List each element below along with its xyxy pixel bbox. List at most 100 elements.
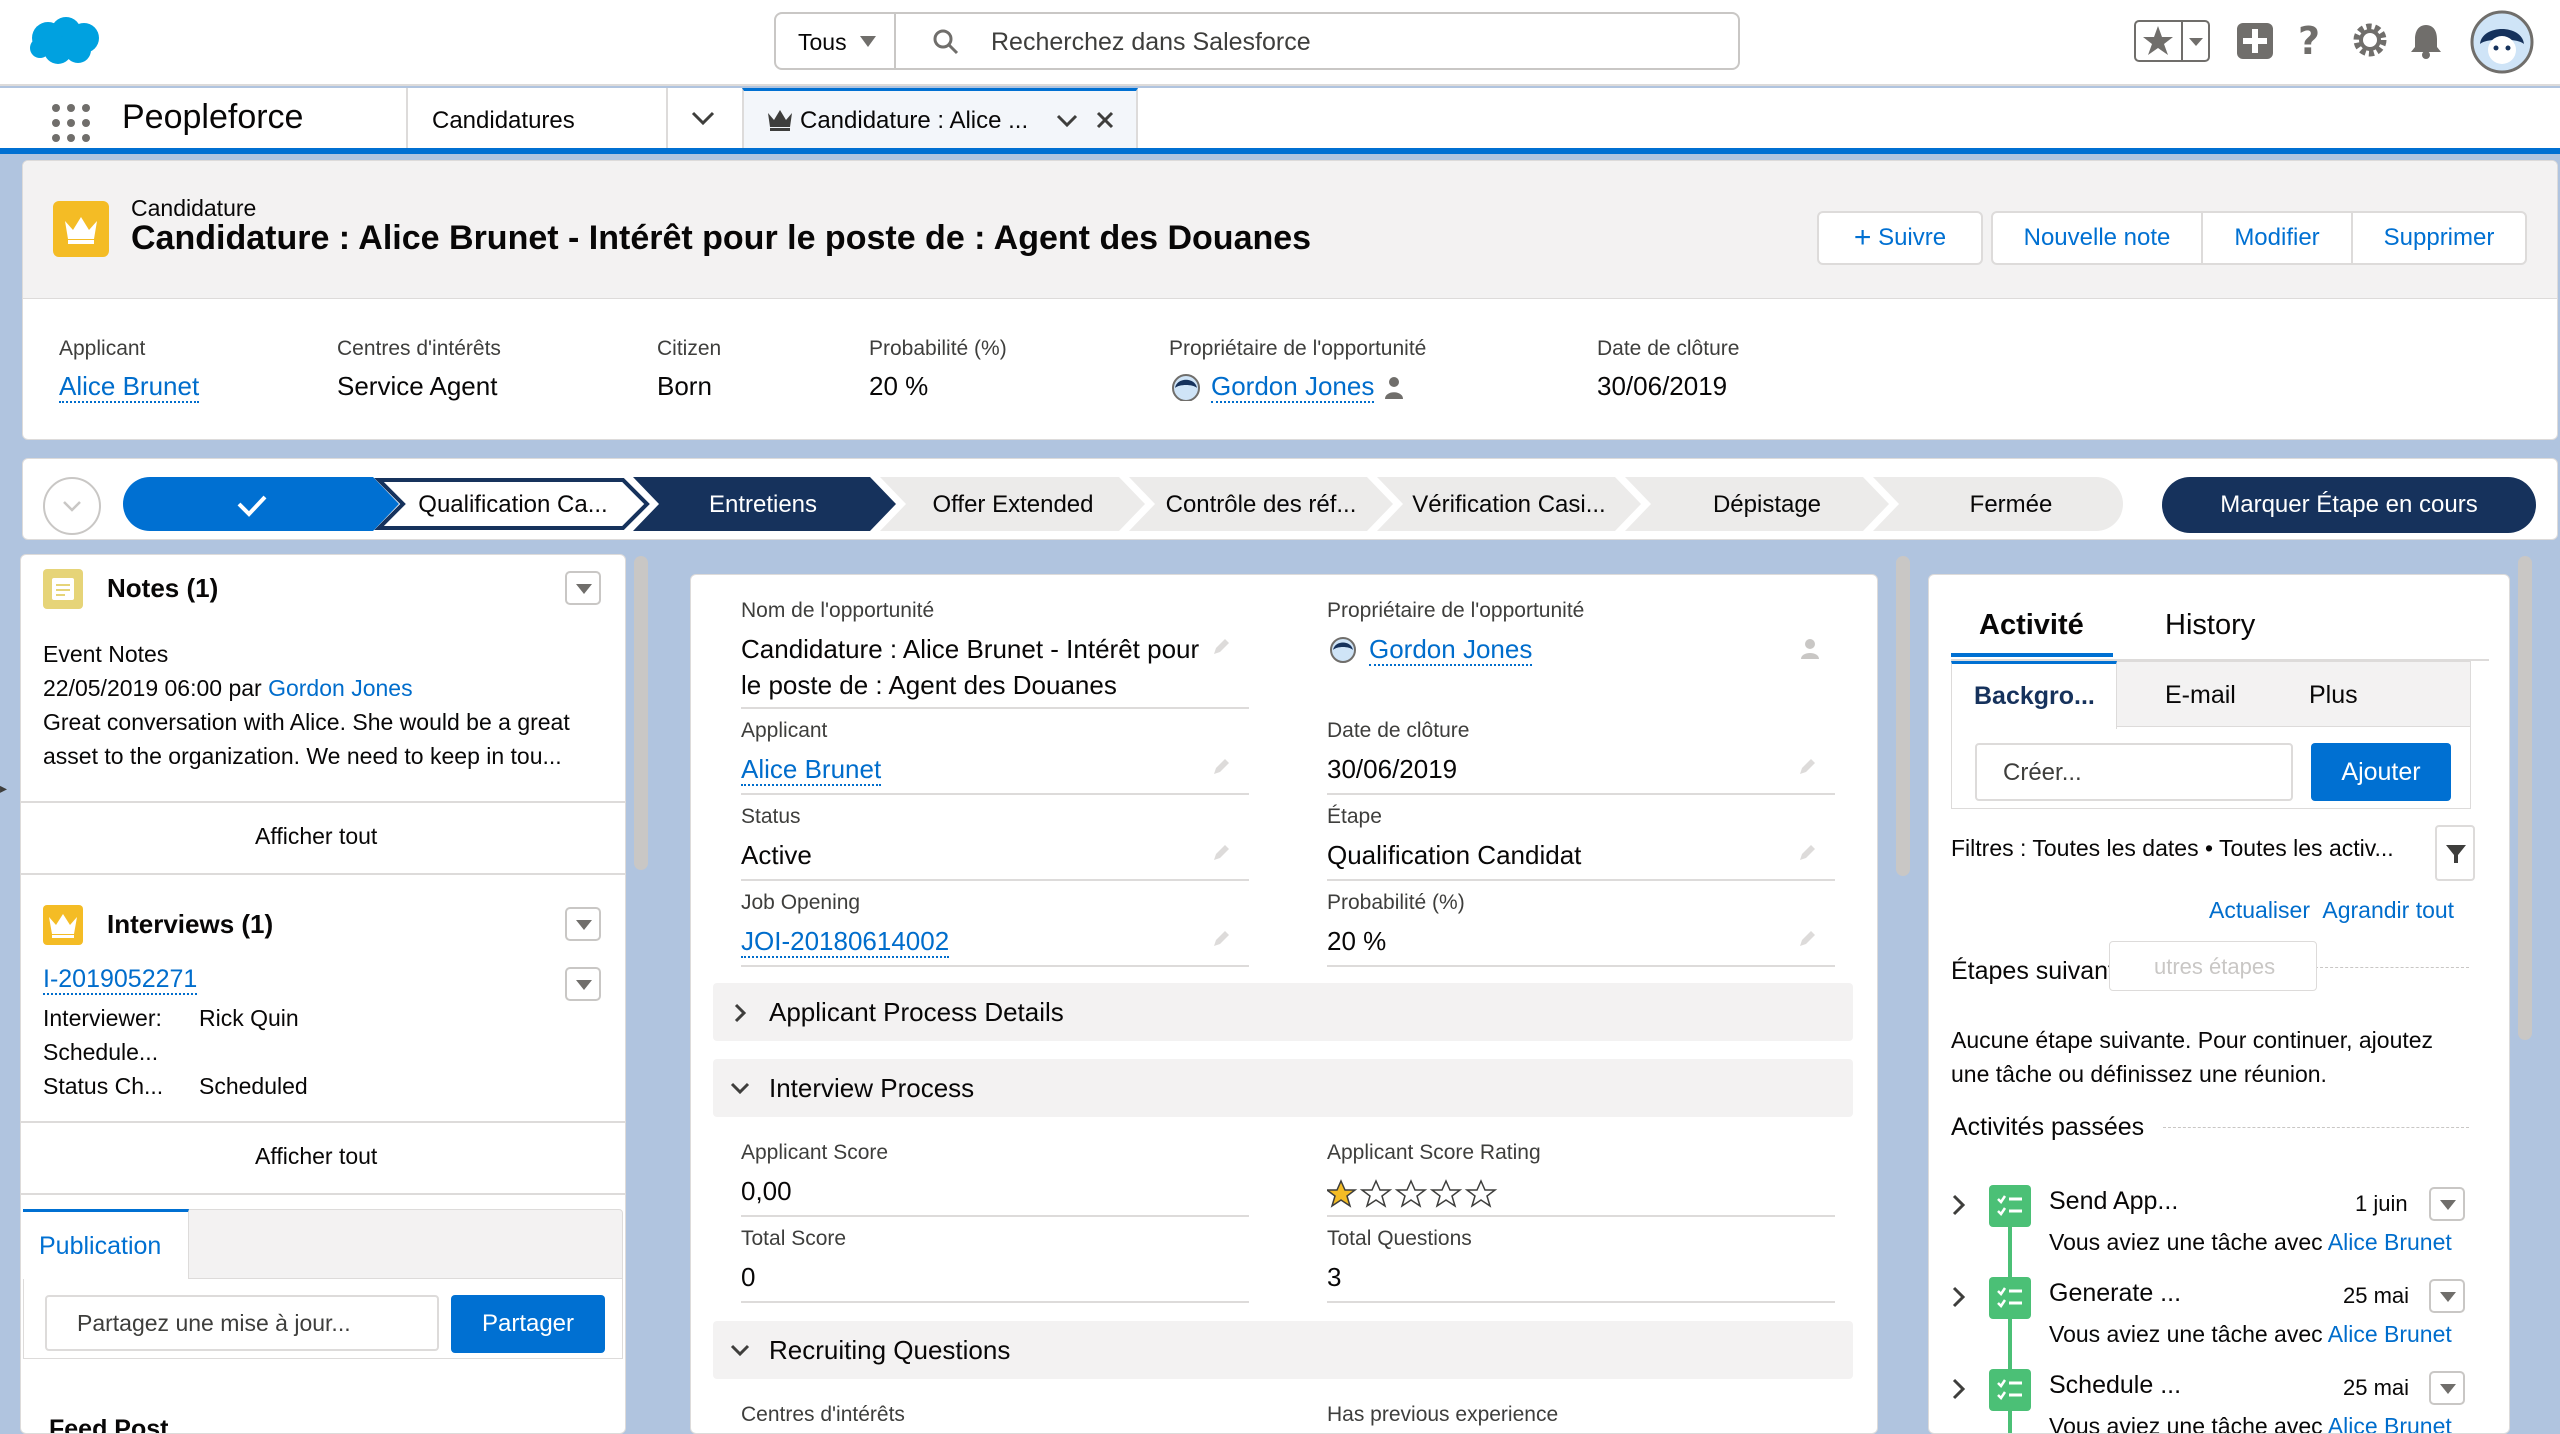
help-icon[interactable]: ?: [2296, 20, 2322, 60]
sub-tab-more[interactable]: Plus: [2309, 681, 2358, 710]
close-icon[interactable]: [1096, 111, 1114, 129]
user-avatar[interactable]: [2470, 10, 2534, 74]
activity-date: 1 juin: [2355, 1191, 2408, 1216]
highlight-probability-value: 20 %: [869, 371, 929, 401]
notifications-bell-icon[interactable]: [2408, 22, 2444, 60]
more-steps-button[interactable]: utres étapes: [2109, 941, 2317, 991]
app-launcher-icon[interactable]: [52, 104, 90, 142]
interviews-view-all-link[interactable]: Afficher tout: [255, 1143, 377, 1170]
nav-tab-candidatures[interactable]: Candidatures: [432, 107, 575, 135]
path-stage-label: Entretiens: [709, 491, 817, 518]
star-empty-icon: [1394, 1179, 1428, 1208]
notes-view-all-link[interactable]: Afficher tout: [255, 823, 377, 850]
field-label: Has previous experience: [1327, 1403, 1559, 1426]
left-scrollbar[interactable]: [634, 556, 648, 870]
highlight-citizen-value: Born: [657, 371, 712, 401]
edit-button[interactable]: Modifier: [2201, 211, 2353, 265]
crown-icon: [768, 110, 792, 131]
job-opening-link[interactable]: JOI-20180614002: [741, 926, 950, 958]
activity-who-link[interactable]: Alice Brunet: [2328, 1413, 2452, 1433]
refresh-link[interactable]: Actualiser: [2209, 897, 2310, 923]
activity-title-link[interactable]: Send App...: [2049, 1187, 2178, 1216]
right-scrollbar[interactable]: [2518, 556, 2532, 1040]
notes-menu-button[interactable]: [565, 571, 601, 605]
global-search-input[interactable]: Recherchez dans Salesforce: [894, 12, 1740, 70]
chevron-right-icon[interactable]: [1951, 1285, 1967, 1309]
expand-all-link[interactable]: Agrandir tout: [2322, 897, 2454, 923]
global-create-icon[interactable]: [2236, 22, 2274, 60]
chevron-down-icon[interactable]: [1056, 113, 1078, 129]
new-note-button[interactable]: Nouvelle note: [1991, 211, 2203, 265]
highlight-label-applicant: Applicant: [59, 337, 146, 360]
section-recruiting-questions[interactable]: Recruiting Questions: [713, 1321, 1853, 1379]
field-label: Propriétaire de l'opportunité: [1327, 599, 1585, 622]
follow-button[interactable]: + Suivre: [1817, 211, 1983, 265]
activity-who-link[interactable]: Alice Brunet: [2328, 1321, 2452, 1347]
salesforce-logo[interactable]: [26, 14, 106, 70]
interview-id-link[interactable]: I-2019052271: [43, 965, 198, 995]
activity-date: 25 mai: [2343, 1283, 2410, 1308]
search-scope-label: Tous: [798, 29, 847, 55]
edit-pencil-icon[interactable]: [1797, 929, 1817, 949]
field-label: Applicant Score: [741, 1141, 889, 1164]
interviews-menu-button[interactable]: [565, 907, 601, 941]
activity-title-link[interactable]: Generate ...: [2049, 1279, 2181, 1308]
section-applicant-process[interactable]: Applicant Process Details: [713, 983, 1853, 1041]
publisher-tab-post[interactable]: Publication: [23, 1209, 189, 1279]
highlight-label-interests: Centres d'intérêts: [337, 337, 501, 360]
note-icon: [43, 569, 83, 609]
tab-activity[interactable]: Activité: [1951, 595, 2113, 657]
delete-button[interactable]: Supprimer: [2351, 211, 2527, 265]
sub-tab-email[interactable]: E-mail: [2165, 681, 2236, 710]
highlight-applicant-link[interactable]: Alice Brunet: [59, 371, 200, 403]
middle-scrollbar[interactable]: [1896, 556, 1910, 876]
collapse-handle-icon[interactable]: ▸: [0, 780, 14, 797]
highlight-owner-link[interactable]: Gordon Jones: [1211, 371, 1375, 403]
sub-tab-background[interactable]: Backgro...: [1951, 661, 2117, 729]
interviewer-link[interactable]: Rick Quin: [199, 1005, 299, 1032]
change-owner-icon[interactable]: [1383, 375, 1405, 401]
create-task-input[interactable]: Créer...: [1975, 743, 2293, 801]
chevron-down-icon[interactable]: [690, 108, 716, 128]
chevron-right-icon[interactable]: [1951, 1193, 1967, 1217]
activity-menu-button[interactable]: [2429, 1187, 2465, 1221]
filter-icon: [2446, 845, 2466, 863]
setup-gear-icon[interactable]: [2350, 20, 2390, 60]
nav-tab-active-record[interactable]: Candidature : Alice ...: [742, 88, 1138, 148]
task-icon: [1989, 1369, 2031, 1411]
note-meta: 22/05/2019 06:00 par: [43, 675, 262, 701]
favorites-star-icon[interactable]: [2134, 18, 2210, 64]
note-author-link[interactable]: Gordon Jones: [268, 675, 412, 701]
note-title-link[interactable]: Event Notes: [43, 641, 168, 668]
total-questions-value: 3: [1327, 1262, 1342, 1292]
tab-history[interactable]: History: [2165, 609, 2255, 642]
search-scope-select[interactable]: Tous: [774, 12, 896, 70]
chevron-right-icon[interactable]: [1951, 1377, 1967, 1401]
interview-row-menu-button[interactable]: [565, 967, 601, 1001]
path-stage-label: Qualification Ca...: [418, 491, 607, 518]
opp-name-value: le poste de : Agent des Douanes: [741, 670, 1117, 700]
owner-link[interactable]: Gordon Jones: [1369, 634, 1533, 666]
path-toggle-button[interactable]: [43, 477, 101, 535]
edit-pencil-icon[interactable]: [1211, 843, 1231, 863]
add-button[interactable]: Ajouter: [2311, 743, 2451, 801]
section-interview-process[interactable]: Interview Process: [713, 1059, 1853, 1117]
chevron-down-icon: [730, 1082, 750, 1095]
applicant-link[interactable]: Alice Brunet: [741, 754, 882, 786]
activity-menu-button[interactable]: [2429, 1371, 2465, 1405]
edit-pencil-icon[interactable]: [1797, 843, 1817, 863]
filter-button[interactable]: [2435, 825, 2475, 881]
mark-stage-complete-button[interactable]: Marquer Étape en cours: [2162, 477, 2536, 533]
edit-pencil-icon[interactable]: [1797, 757, 1817, 777]
section-title: Applicant Process Details: [769, 997, 1064, 1027]
edit-pencil-icon[interactable]: [1211, 929, 1231, 949]
share-button[interactable]: Partager: [451, 1295, 605, 1353]
related-list-column: Notes (1) Event Notes 22/05/2019 06:00 p…: [20, 554, 626, 1434]
activity-who-link[interactable]: Alice Brunet: [2328, 1229, 2452, 1255]
edit-pencil-icon[interactable]: [1211, 757, 1231, 777]
activity-menu-button[interactable]: [2429, 1279, 2465, 1313]
publisher-input[interactable]: Partagez une mise à jour...: [45, 1295, 439, 1351]
edit-pencil-icon[interactable]: [1211, 637, 1231, 657]
activity-title-link[interactable]: Schedule ...: [2049, 1371, 2181, 1400]
change-owner-icon[interactable]: [1799, 637, 1821, 661]
